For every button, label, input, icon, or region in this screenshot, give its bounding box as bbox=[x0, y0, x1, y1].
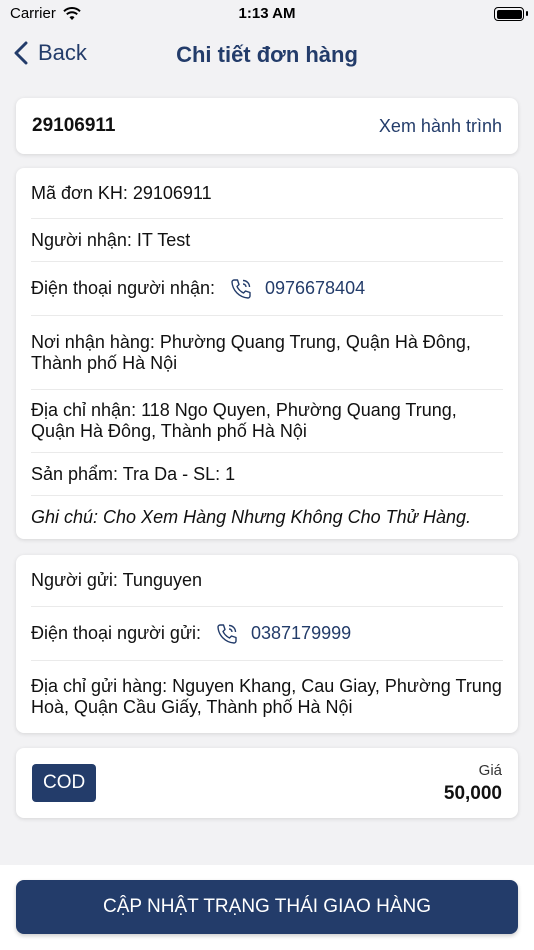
customer-code-row: Mã đơn KH: 29106911 bbox=[31, 168, 503, 219]
receiver-address-row: Địa chỉ nhận: 118 Ngo Quyen, Phường Quan… bbox=[31, 390, 503, 453]
sender-name-row: Người gửi: Tunguyen bbox=[31, 555, 503, 607]
payment-card: COD Giá 50,000 bbox=[16, 748, 518, 818]
status-time: 1:13 AM bbox=[238, 5, 296, 22]
update-status-button[interactable]: CẬP NHẬT TRẠNG THÁI GIAO HÀNG bbox=[16, 880, 518, 934]
receiver-phone-row: Điện thoại người nhận: 0976678404 bbox=[31, 262, 503, 316]
receiver-address: Địa chỉ nhận: 118 Ngo Quyen, Phường Quan… bbox=[31, 400, 457, 441]
note-row: Ghi chú: Cho Xem Hàng Nhưng Không Cho Th… bbox=[31, 496, 503, 539]
footer: CẬP NHẬT TRẠNG THÁI GIAO HÀNG bbox=[0, 865, 534, 950]
phone-icon bbox=[217, 623, 237, 644]
status-bar: Carrier 1:13 AM bbox=[0, 0, 534, 30]
battery-icon bbox=[494, 7, 528, 21]
navigation-bar: Back Chi tiết đơn hàng bbox=[0, 30, 534, 80]
sender-card: Người gửi: Tunguyen Điện thoại người gửi… bbox=[16, 555, 518, 733]
receiver-phone-label: Điện thoại người nhận: bbox=[31, 278, 215, 298]
price-block: Giá 50,000 bbox=[444, 762, 502, 805]
phone-icon bbox=[231, 278, 251, 299]
receiver-name-row: Người nhận: IT Test bbox=[31, 219, 503, 262]
receiver-phone[interactable]: 0976678404 bbox=[265, 278, 365, 299]
track-link[interactable]: Xem hành trình bbox=[379, 116, 502, 137]
receiver-place-row: Nơi nhận hàng: Phường Quang Trung, Quận … bbox=[31, 316, 503, 390]
product-row: Sản phẩm: Tra Da - SL: 1 bbox=[31, 453, 503, 496]
customer-code: Mã đơn KH: 29106911 bbox=[31, 182, 212, 203]
sender-address-row: Địa chỉ gửi hàng: Nguyen Khang, Cau Giay… bbox=[31, 661, 503, 733]
receiver-card: Mã đơn KH: 29106911 Người nhận: IT Test … bbox=[16, 168, 518, 539]
receiver-name: Người nhận: IT Test bbox=[31, 229, 191, 250]
note: Ghi chú: Cho Xem Hàng Nhưng Không Cho Th… bbox=[31, 507, 472, 527]
price-value: 50,000 bbox=[443, 782, 502, 804]
product: Sản phẩm: Tra Da - SL: 1 bbox=[31, 463, 236, 484]
order-header-card: 29106911 Xem hành trình bbox=[16, 98, 518, 154]
order-code: 29106911 bbox=[32, 115, 116, 136]
sender-name: Người gửi: Tunguyen bbox=[31, 570, 202, 590]
price-label: Giá bbox=[478, 761, 502, 779]
sender-phone-label: Điện thoại người gửi: bbox=[31, 623, 201, 643]
page-title: Chi tiết đơn hàng bbox=[176, 42, 358, 67]
sender-phone[interactable]: 0387179999 bbox=[251, 623, 351, 644]
receiver-place: Nơi nhận hàng: Phường Quang Trung, Quận … bbox=[31, 331, 471, 373]
sender-phone-row: Điện thoại người gửi: 0387179999 bbox=[31, 607, 503, 661]
sender-address: Địa chỉ gửi hàng: Nguyen Khang, Cau Giay… bbox=[31, 676, 502, 717]
cod-badge: COD bbox=[32, 764, 97, 802]
